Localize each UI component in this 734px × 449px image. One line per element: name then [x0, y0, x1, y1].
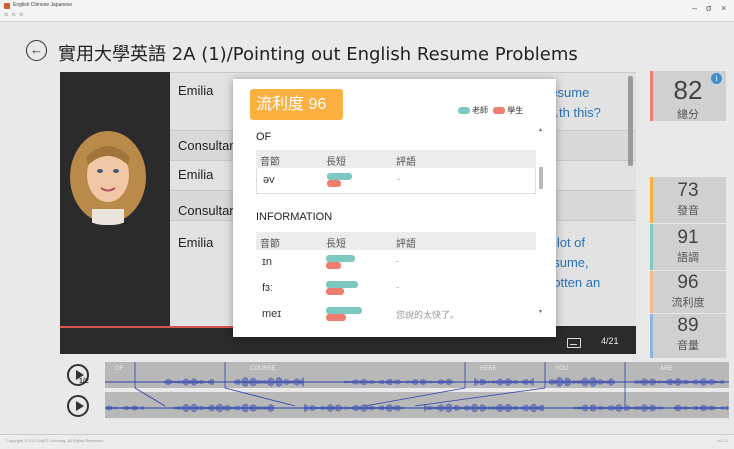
word-heading: OF	[256, 131, 272, 143]
score-color-bar	[650, 71, 653, 121]
speaker-name: Emilia	[178, 167, 214, 182]
scroll-down-icon[interactable]: ▼	[538, 309, 543, 315]
teacher-length-bar	[326, 281, 358, 288]
score-label: 總分	[677, 109, 699, 121]
phoneme: ɪn	[262, 256, 273, 268]
speaker-avatar	[68, 125, 148, 225]
popup-scroll-thumb[interactable]	[539, 167, 543, 189]
score-color-bar	[650, 271, 653, 313]
minimize-button[interactable]: –	[692, 3, 697, 13]
student-length-bar	[326, 288, 344, 295]
student-length-bar	[326, 262, 341, 269]
table-header: 音節 長短 評語	[256, 150, 536, 168]
app-icon	[4, 3, 10, 9]
student-length-bar	[327, 180, 341, 187]
comment: -	[396, 256, 399, 266]
teacher-length-bar	[326, 307, 362, 314]
table-row: ɪn -	[256, 250, 536, 276]
score-label: 音量	[677, 340, 699, 352]
fluency-badge: 流利度 96	[250, 89, 343, 120]
speaker-name: Consultant	[178, 203, 241, 218]
legend-student: 學生	[507, 106, 524, 115]
copyright-text: Copyright © 2021 MyET Learning. All Righ…	[6, 438, 104, 443]
scroll-up-icon[interactable]: ▲	[538, 127, 543, 133]
subtitle-icon[interactable]	[567, 338, 581, 348]
page-title: 實用大學英語 2A (1)/Pointing out English Resum…	[58, 44, 578, 65]
waveform-word-label: YOU	[555, 366, 568, 372]
sentence-counter: 4/21	[601, 336, 619, 346]
progress-indicator	[60, 326, 234, 328]
speed-label: 1/2	[79, 378, 89, 385]
speaker-name: Consultant	[178, 138, 241, 153]
word-heading: INFORMATION	[256, 211, 333, 223]
col-comment: 評語	[396, 239, 416, 250]
col-length: 長短	[326, 157, 346, 168]
score-label: 流利度	[671, 297, 705, 309]
score-value: 96	[677, 272, 699, 293]
comment: 您說的太快了。	[396, 310, 460, 320]
waveform-word-label: OF	[115, 366, 124, 372]
dialog-scrollbar[interactable]	[628, 76, 633, 166]
table-row: fɜː -	[256, 276, 536, 302]
popup-scrollbar[interactable]: ▲ ▼	[537, 127, 545, 317]
play-icon[interactable]	[67, 395, 89, 417]
fluency-detail-popup: 流利度 96 老師 學生 OF 音節 長短 評語 əv - INFORMATIO…	[233, 79, 556, 337]
table-row: əv -	[256, 168, 536, 194]
col-syllable: 音節	[260, 239, 280, 250]
teacher-swatch	[458, 107, 470, 114]
dialog-line: ?	[546, 136, 636, 156]
score-value: 91	[677, 227, 699, 248]
score-volume: 89 音量	[650, 314, 726, 358]
window-nav-buttons[interactable]: ⊙ ⊙ ⊙	[4, 12, 24, 18]
score-color-bar	[650, 177, 653, 223]
table-header: 音節 長短 評語	[256, 232, 536, 250]
waveform-word-label: COURSE	[250, 366, 276, 372]
waveform-word-label: HERE	[480, 366, 497, 372]
waveform-display[interactable]: OF COURSE HERE YOU ARE	[105, 362, 729, 420]
score-pronunciation: 73 發音	[650, 177, 726, 223]
teacher-length-bar	[326, 255, 355, 262]
col-length: 長短	[326, 239, 346, 250]
phoneme: fɜː	[262, 282, 274, 294]
score-value: 89	[677, 315, 699, 336]
waveform-word-label: ARE	[660, 366, 672, 372]
speaker-name: Emilia	[178, 235, 214, 250]
student-length-bar	[326, 314, 346, 321]
version-text: v8.2.1	[717, 438, 728, 443]
window-title: English Chinese Japanese	[13, 2, 73, 8]
score-label: 發音	[677, 205, 699, 217]
comment: -	[396, 282, 399, 292]
phoneme: meɪ	[262, 308, 282, 320]
comment: -	[397, 174, 400, 184]
close-button[interactable]: ×	[721, 3, 726, 13]
score-fluency: 96 流利度	[650, 271, 726, 313]
score-value: 73	[677, 180, 699, 201]
legend-teacher: 老師	[472, 106, 488, 115]
maximize-button[interactable]: σ	[706, 3, 712, 13]
student-swatch	[493, 107, 506, 114]
speaker-name: Emilia	[178, 83, 214, 98]
info-icon[interactable]: i	[711, 73, 722, 84]
score-color-bar	[650, 224, 653, 270]
score-label: 語調	[677, 252, 699, 264]
col-comment: 評語	[396, 157, 416, 168]
dialog-line: resume …th this?	[546, 85, 601, 120]
teacher-length-bar	[327, 173, 352, 180]
col-syllable: 音節	[260, 157, 280, 168]
legend: 老師 學生	[458, 105, 523, 116]
score-color-bar	[650, 314, 653, 358]
window-titlebar: English Chinese Japanese ⊙ ⊙ ⊙ – σ ×	[0, 0, 734, 22]
score-intonation: 91 語調	[650, 224, 726, 270]
table-row: meɪ 您說的太快了。	[256, 302, 536, 328]
dialog-line: a lot of esume, gotten an	[546, 235, 601, 290]
phoneme: əv	[263, 174, 275, 186]
status-footer: Copyright © 2021 MyET Learning. All Righ…	[0, 434, 734, 449]
back-arrow-icon[interactable]: ←	[26, 40, 47, 61]
